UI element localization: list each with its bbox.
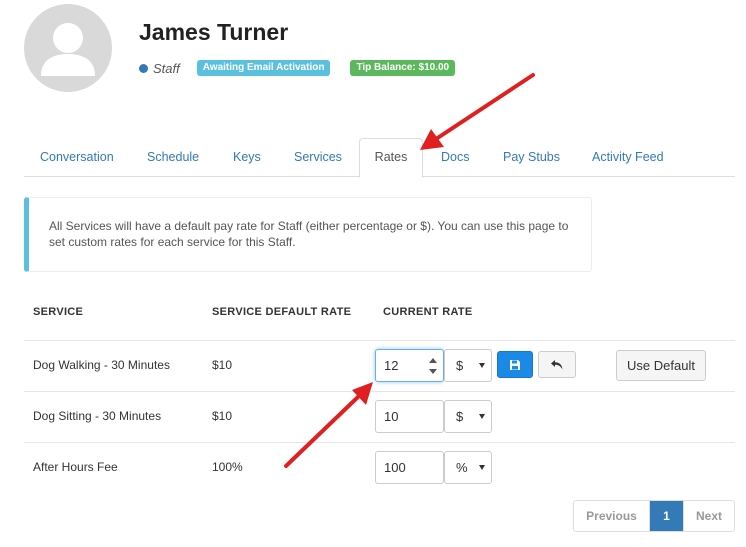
rate-unit-select[interactable]: $ bbox=[444, 349, 492, 382]
row-divider bbox=[24, 340, 735, 341]
rate-unit-value: $ bbox=[456, 358, 464, 373]
tab-rates[interactable]: Rates bbox=[359, 138, 423, 178]
tab-conversation[interactable]: Conversation bbox=[24, 138, 130, 177]
service-name: Dog Walking - 30 Minutes bbox=[33, 358, 170, 372]
next-page-button[interactable]: Next bbox=[683, 501, 734, 531]
activation-status-badge: Awaiting Email Activation bbox=[196, 60, 331, 76]
current-rate-input[interactable]: 12 bbox=[375, 349, 444, 382]
current-rate-input[interactable]: 100 bbox=[375, 451, 444, 484]
caret-down-icon bbox=[479, 414, 485, 419]
use-default-button[interactable]: Use Default bbox=[616, 350, 706, 381]
caret-down-icon bbox=[479, 465, 485, 470]
tip-balance-badge: Tip Balance: $10.00 bbox=[350, 60, 456, 76]
profile-name: James Turner bbox=[139, 19, 289, 45]
user-silhouette-icon bbox=[41, 23, 95, 76]
tab-schedule[interactable]: Schedule bbox=[131, 138, 215, 177]
info-alert-text: All Services will have a default pay rat… bbox=[49, 219, 569, 249]
service-default-rate: $10 bbox=[212, 358, 233, 372]
previous-page-button[interactable]: Previous bbox=[574, 501, 650, 531]
rate-unit-value: % bbox=[456, 460, 468, 475]
current-rate-value: 10 bbox=[384, 409, 399, 424]
service-name: Dog Sitting - 30 Minutes bbox=[33, 409, 162, 423]
tab-services[interactable]: Services bbox=[278, 138, 358, 177]
save-rate-button[interactable] bbox=[497, 351, 533, 378]
tab-pay-stubs[interactable]: Pay Stubs bbox=[487, 138, 576, 177]
header-default-rate: SERVICE DEFAULT RATE bbox=[212, 306, 352, 318]
rate-unit-select[interactable]: % bbox=[444, 451, 492, 484]
stepper-up-icon[interactable] bbox=[429, 358, 437, 363]
current-rate-value: 12 bbox=[384, 358, 399, 373]
arrow-to-rate-input bbox=[284, 382, 373, 468]
undo-arrow-icon bbox=[551, 359, 563, 369]
tab-docs[interactable]: Docs bbox=[425, 138, 485, 177]
rate-unit-select[interactable]: $ bbox=[444, 400, 492, 433]
row-divider bbox=[24, 442, 735, 443]
service-default-rate: $10 bbox=[212, 409, 233, 423]
pagination: Previous 1 Next bbox=[573, 500, 735, 532]
tab-keys[interactable]: Keys bbox=[217, 138, 277, 177]
rate-unit-value: $ bbox=[456, 409, 464, 424]
status-dot-icon bbox=[139, 63, 148, 73]
tab-activity-feed[interactable]: Activity Feed bbox=[576, 138, 680, 177]
stepper-down-icon[interactable] bbox=[429, 369, 437, 374]
floppy-disk-icon bbox=[510, 359, 520, 370]
info-alert: All Services will have a default pay rat… bbox=[24, 197, 592, 272]
undo-rate-button[interactable] bbox=[538, 351, 576, 378]
profile-meta: Staff Awaiting Email Activation Tip Bala… bbox=[139, 60, 456, 76]
header-service: SERVICE bbox=[33, 306, 84, 318]
current-rate-input[interactable]: 10 bbox=[375, 400, 444, 433]
current-rate-value: 100 bbox=[384, 460, 406, 475]
avatar bbox=[24, 4, 112, 92]
service-name: After Hours Fee bbox=[33, 460, 118, 474]
caret-down-icon bbox=[479, 363, 485, 368]
profile-role: Staff bbox=[153, 60, 180, 76]
page-1-button[interactable]: 1 bbox=[650, 501, 683, 531]
rate-stepper[interactable] bbox=[429, 358, 437, 374]
header-current-rate: CURRENT RATE bbox=[383, 306, 473, 318]
profile-tabs: Conversation Schedule Keys Services Rate… bbox=[24, 138, 735, 178]
row-divider bbox=[24, 391, 735, 392]
service-default-rate: 100% bbox=[212, 460, 243, 474]
